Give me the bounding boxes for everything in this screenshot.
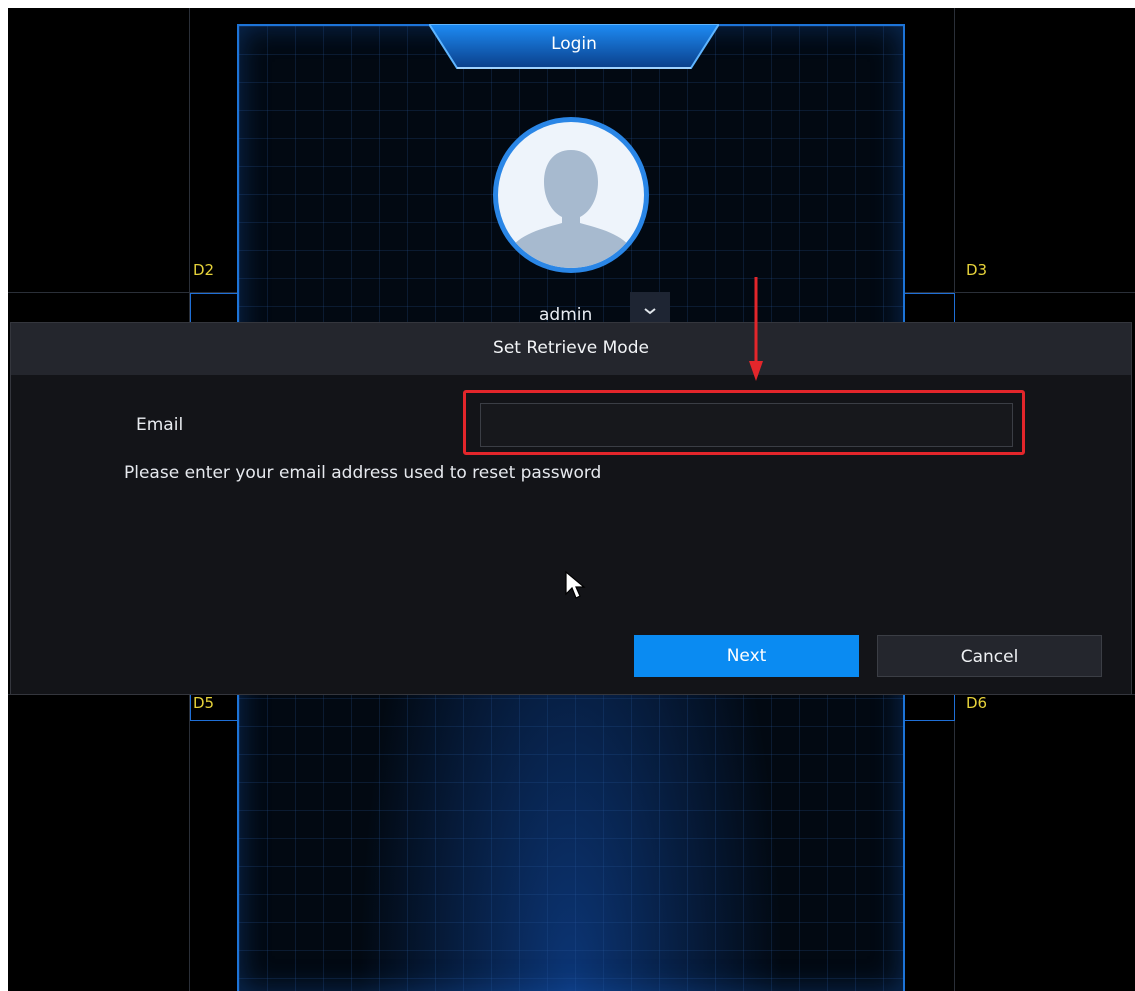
- nvr-screen: D2 D3 D5 D6 Login admin Set Retrieve Mod…: [8, 8, 1135, 991]
- channel-label-d5: D5: [193, 694, 215, 712]
- chevron-down-icon: [643, 304, 657, 320]
- user-silhouette-icon: [508, 150, 634, 268]
- dialog-header: Set Retrieve Mode: [11, 323, 1131, 375]
- channel-label-d2: D2: [193, 261, 215, 279]
- channel-label-d3: D3: [966, 261, 988, 279]
- dialog-title: Set Retrieve Mode: [493, 338, 649, 358]
- cancel-button[interactable]: Cancel: [877, 635, 1102, 677]
- set-retrieve-mode-dialog: Set Retrieve Mode Email Please enter you…: [10, 322, 1132, 695]
- annotation-highlight-box: [463, 390, 1025, 455]
- channel-frame-d6: [904, 694, 955, 721]
- mouse-pointer-icon: [564, 570, 586, 600]
- email-label: Email: [136, 415, 184, 435]
- login-tab: Login: [427, 23, 721, 72]
- login-title: Login: [551, 34, 597, 54]
- avatar: [493, 117, 649, 273]
- channel-label-d6: D6: [966, 694, 988, 712]
- red-arrow-icon: [746, 277, 766, 382]
- next-button[interactable]: Next: [634, 635, 859, 677]
- email-hint: Please enter your email address used to …: [124, 463, 602, 483]
